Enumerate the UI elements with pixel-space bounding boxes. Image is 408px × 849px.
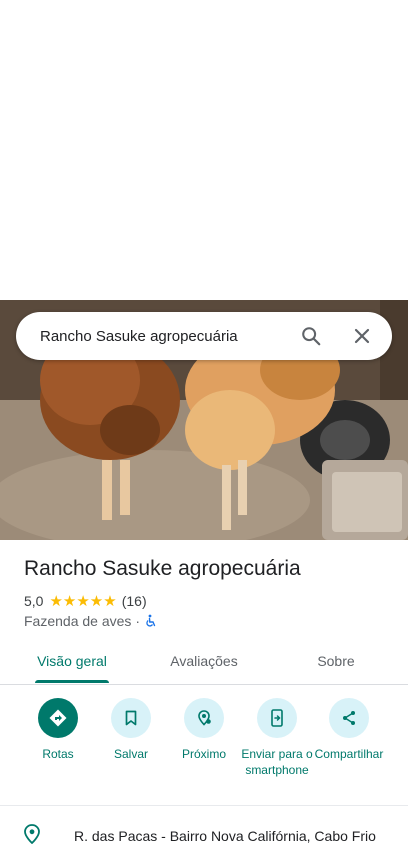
rating-row[interactable]: 5,0 ★★★★★ (16) [24,592,147,610]
action-buttons: Rotas Salvar Próximo Enviar para o smart… [0,698,408,798]
send-to-phone-label: Enviar para o smartphone [241,747,313,777]
active-tab-indicator [35,680,109,683]
share-label: Compartilhar [314,747,384,761]
rating-value: 5,0 [24,593,44,609]
section-divider [0,805,408,806]
send-to-phone-icon [257,698,297,738]
share-icon [329,698,369,738]
search-bar[interactable]: Rancho Sasuke agropecuária [16,312,392,360]
directions-icon [38,698,78,738]
separator-dot: · [135,613,141,629]
save-button[interactable]: Salvar [93,698,169,762]
search-icon[interactable] [299,324,323,348]
rating-stars: ★★★★★ [49,593,117,610]
place-title: Rancho Sasuke agropecuária [24,557,301,580]
location-pin-icon [24,823,40,849]
tab-overview[interactable]: Visão geral [35,640,109,682]
share-button[interactable]: Compartilhar [311,698,387,762]
review-count[interactable]: (16) [122,593,147,609]
search-input[interactable]: Rancho Sasuke agropecuária [40,328,299,345]
category-row: Fazenda de aves · [24,612,158,630]
wheelchair-accessible-icon [144,614,158,628]
place-category: Fazenda de aves [24,613,132,629]
tab-bar: Visão geral Avaliações Sobre [0,640,408,685]
nearby-label: Próximo [181,747,226,761]
directions-button[interactable]: Rotas [20,698,96,762]
bookmark-icon [111,698,151,738]
address-text: R. das Pacas - Bairro Nova Califórnia, C… [74,828,376,844]
directions-label: Rotas [42,747,74,761]
address-row[interactable]: R. das Pacas - Bairro Nova Califórnia, C… [24,823,408,849]
send-to-phone-button[interactable]: Enviar para o smartphone [239,698,315,778]
nearby-button[interactable]: Próximo [166,698,242,762]
tab-about[interactable]: Sobre [312,640,360,682]
close-icon[interactable] [350,324,374,348]
tab-reviews[interactable]: Avaliações [164,640,244,682]
nearby-icon [184,698,224,738]
save-label: Salvar [113,747,148,761]
map-area-blank [0,0,408,300]
